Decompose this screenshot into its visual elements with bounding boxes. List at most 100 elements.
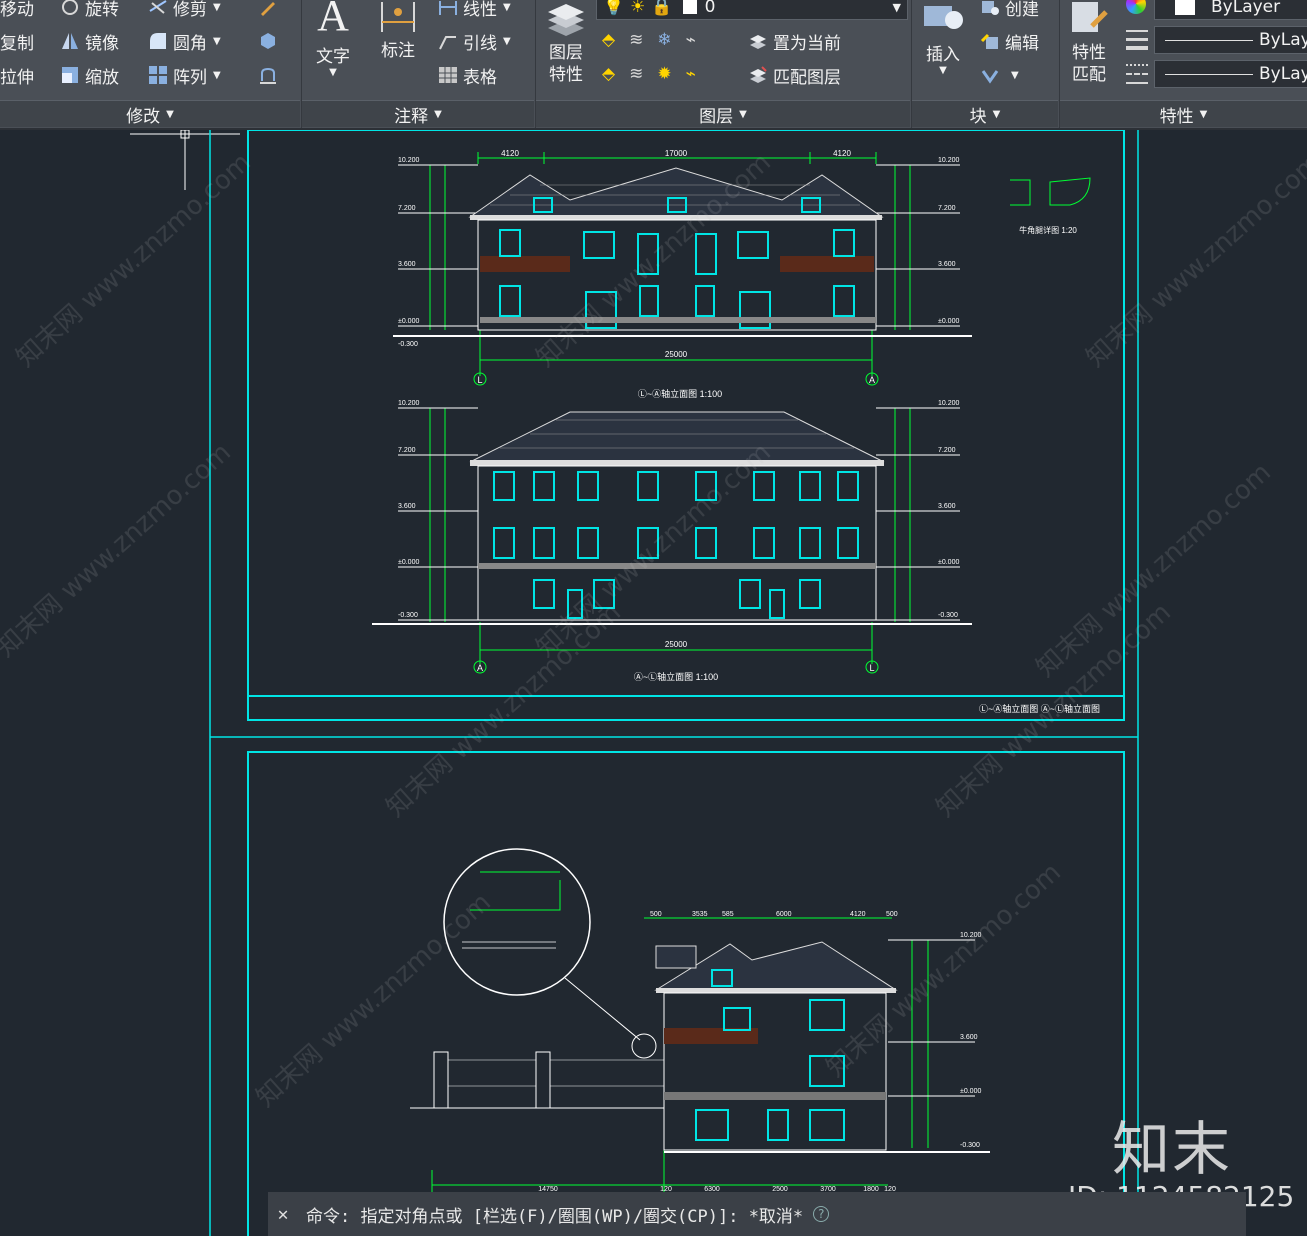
chevron-down-icon: ▼ (939, 65, 947, 76)
layer-properties-button[interactable]: 图层 特性 (544, 0, 588, 86)
table-button[interactable]: 表格 (438, 62, 497, 88)
chevron-down-icon: ▼ (992, 108, 1001, 120)
lineweight-value: ByLay (1259, 30, 1307, 50)
modify-group-label[interactable]: 修改 ▼ (0, 100, 300, 127)
copy-button[interactable]: 复制 (0, 28, 34, 54)
dimension-button[interactable]: 标注 (378, 0, 418, 61)
level-text: 10.200 (960, 932, 982, 939)
create-block-button[interactable]: 创建 (980, 0, 1039, 20)
level-text: 7.200 (938, 205, 956, 212)
text-label: 文字 (316, 47, 350, 67)
close-icon[interactable]: ✕ (268, 1204, 298, 1225)
edit-block-button[interactable]: 编辑 (980, 28, 1039, 54)
lineweight-icon[interactable] (1126, 30, 1148, 50)
layer-iso-icon[interactable]: ≋ (629, 30, 643, 50)
erase-button[interactable] (258, 0, 283, 20)
fillet-button[interactable]: 圆角 ▼ (148, 28, 221, 54)
make-current-button[interactable]: 置为当前 (748, 28, 841, 54)
axis-label: A (477, 663, 483, 673)
axis-label: A (869, 375, 875, 385)
move-button[interactable]: 移动 (0, 0, 34, 20)
layer-lock-icon[interactable]: ⌁ (686, 30, 696, 50)
color-swatch (682, 0, 697, 14)
drawing-canvas[interactable]: L A 25000 4120 17000 4120 10.200 7.200 3… (0, 130, 1307, 1236)
elevation-3: 10.200 3.600 ±0.000 -0.300 500 3535 585 … (410, 848, 990, 1205)
titleblock-text: Ⓛ~Ⓐ轴立面图 Ⓐ~Ⓛ轴立面图 (979, 703, 1100, 714)
table-label: 表格 (463, 67, 497, 88)
detail-title: 牛角腿详图 1:20 (1019, 225, 1077, 235)
help-icon[interactable]: ? (813, 1206, 830, 1222)
dim-text: 4120 (501, 149, 519, 158)
layer-freeze-icon[interactable]: ❄ (657, 30, 671, 50)
match-properties-button[interactable]: 特性 匹配 (1066, 0, 1112, 86)
chevron-down-icon[interactable]: ▼ (503, 2, 511, 13)
rotate-icon (62, 0, 78, 15)
lock-icon: 🔒 (651, 0, 673, 17)
level-text: 7.200 (938, 447, 956, 454)
array-button[interactable]: 阵列 ▼ (148, 62, 221, 88)
edit-block-icon (980, 33, 998, 49)
linear-button[interactable]: 线性 ▼ (438, 0, 511, 20)
color-dropdown[interactable]: ByLayer (1154, 0, 1307, 20)
linetype-icon[interactable] (1126, 64, 1148, 84)
cube-icon (261, 33, 275, 49)
color-wheel-icon[interactable] (1126, 0, 1146, 14)
stretch-button[interactable]: 拉伸 (0, 62, 34, 88)
layer-thaw-icon[interactable]: ✹ (657, 64, 671, 84)
annotation-group-label[interactable]: 注释 ▼ (302, 100, 534, 127)
line-preview (1165, 73, 1253, 75)
layer-walk-icon[interactable]: ≋ (629, 64, 643, 84)
chevron-down-icon[interactable]: ▼ (213, 2, 221, 13)
create-block-icon (982, 1, 999, 15)
leader-button[interactable]: 引线 ▼ (438, 28, 511, 54)
mirror-label: 镜像 (85, 33, 119, 54)
linear-icon (439, 1, 457, 15)
lineweight-dropdown[interactable]: ByLay (1154, 26, 1307, 54)
match-props-label: 特性 匹配 (1072, 43, 1106, 85)
layer-stack-icon (548, 4, 584, 36)
command-line[interactable]: ✕ 命令: 指定对角点或 [栏选(F)/圈围(WP)/圈交(CP)]: *取消*… (268, 1192, 1246, 1236)
linetype-dropdown[interactable]: ByLay (1154, 60, 1307, 88)
layer-off-icon[interactable]: ⬘ (602, 30, 615, 50)
level-text: 3.600 (960, 1034, 978, 1041)
mirror-button[interactable]: 镜像 (60, 28, 119, 54)
layer-unlock-icon[interactable]: ⌁ (686, 64, 696, 84)
chevron-down-icon: ▼ (1199, 108, 1208, 120)
layer-on-icon[interactable]: ⬘ (602, 64, 615, 84)
level-text: ±0.000 (938, 559, 959, 566)
chevron-down-icon: ▼ (166, 108, 174, 120)
trim-button[interactable]: 修剪 ▼ (148, 0, 221, 20)
insert-block-button[interactable]: 插入 ▼ (920, 0, 966, 76)
scale-button[interactable]: 缩放 (60, 62, 119, 88)
layer-current-icon (750, 35, 766, 49)
ribbon: 移动 旋转 修剪 ▼ 复制 镜像 圆角 ▼ 拉伸 缩放 阵列 ▼ 修改 ▼ A 文字 ▼… (0, 0, 1307, 130)
offset-button[interactable] (258, 62, 283, 88)
brand-logo: 知末 (1112, 1115, 1233, 1183)
layer-dropdown[interactable]: 💡 ☀ 🔒 0 ▼ (596, 0, 908, 20)
chevron-down-icon: ▼ (329, 67, 337, 78)
dim-text: 4120 (833, 149, 851, 158)
properties-group-label[interactable]: 特性 ▼ (1060, 100, 1307, 127)
table-icon (439, 67, 457, 83)
block-attr-button[interactable]: ▼ (980, 62, 1019, 88)
chevron-down-icon[interactable]: ▼ (213, 70, 221, 81)
edit-label: 编辑 (1005, 33, 1039, 54)
rotate-button[interactable]: 旋转 (60, 0, 119, 20)
chevron-down-icon[interactable]: ▼ (503, 36, 511, 47)
layers-group-label[interactable]: 图层 ▼ (536, 100, 910, 127)
cad-drawing: L A 25000 4120 17000 4120 10.200 7.200 3… (130, 130, 1139, 1236)
axis-label: L (869, 663, 874, 673)
sheet-frames (209, 130, 1139, 1236)
chevron-down-icon: ▼ (434, 108, 442, 120)
level-text: -0.300 (398, 341, 418, 348)
sun-icon: ☀ (630, 0, 646, 17)
level-text: 7.200 (398, 205, 416, 212)
explode-button[interactable] (258, 28, 283, 54)
chevron-down-icon[interactable]: ▼ (213, 36, 221, 47)
block-group-label[interactable]: 块 ▼ (912, 100, 1058, 127)
level-text: 3.600 (398, 503, 416, 510)
text-button[interactable]: A 文字 ▼ (316, 0, 350, 78)
mirror-icon (62, 33, 78, 49)
match-layer-button[interactable]: 匹配图层 (748, 62, 841, 88)
layer-props-label: 图层 特性 (549, 43, 583, 85)
